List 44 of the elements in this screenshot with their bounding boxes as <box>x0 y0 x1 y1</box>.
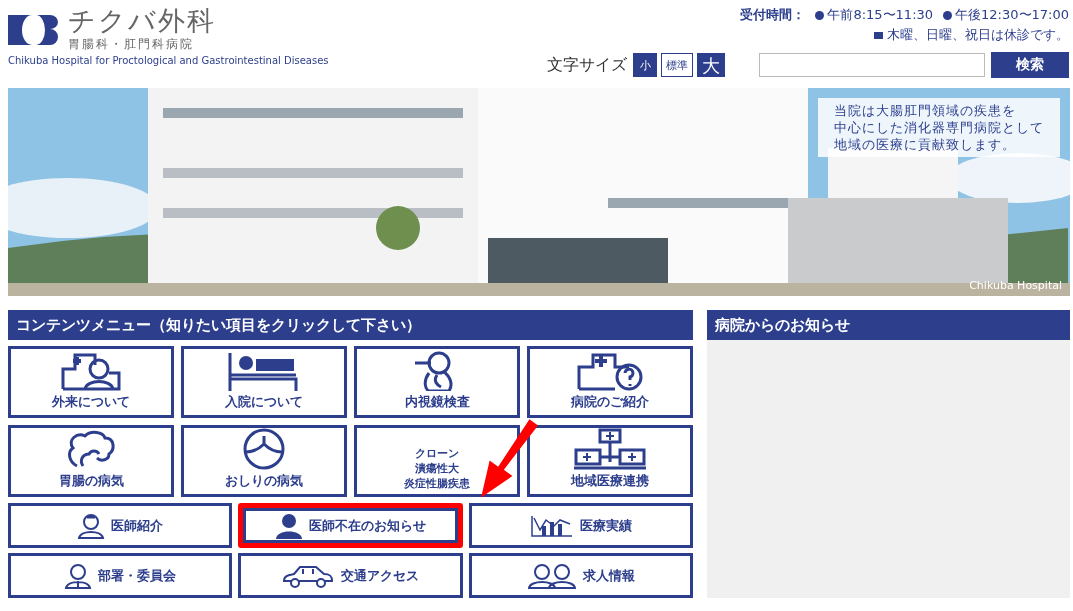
person-tie-icon <box>64 562 93 589</box>
menu-tile[interactable]: 胃腸の病気 <box>8 425 174 497</box>
bullet-icon <box>874 31 883 39</box>
hospital-english-name: Chikuba Hospital for Proctological and Gastrointestinal Diseases <box>8 55 329 66</box>
menu-link[interactable]: 交通アクセス <box>238 553 463 598</box>
logo-title: チクバ外科 <box>68 6 216 36</box>
banner-caption: 当院は大腸肛門領域の疾患を 中心にした消化器専門病院として 地域の医療に貢献致します。 <box>818 98 1060 157</box>
buttocks-circle-icon <box>242 428 286 470</box>
logo-subtitle: 胃腸科・肛門科病院 <box>68 36 195 53</box>
bullet-icon <box>943 10 953 20</box>
notices-header: 病院からのお知らせ <box>707 310 1070 340</box>
menu-header: コンテンツメニュー（知りたい項目をクリックして下さい） <box>8 310 693 340</box>
menu-tile[interactable]: おしりの病気 <box>181 425 347 497</box>
menu-link[interactable]: 医療実績 <box>468 503 693 548</box>
menu-link[interactable]: 医師不在のお知らせ <box>238 503 463 548</box>
person-icon <box>275 512 303 539</box>
menu-link[interactable]: 求人情報 <box>468 553 693 598</box>
font-size-button[interactable]: 大 <box>697 53 725 77</box>
clinic-question-icon <box>575 351 645 391</box>
bullet-icon <box>815 10 825 20</box>
hours-label: 受付時間： <box>740 6 806 24</box>
menu-tile[interactable]: 地域医療連携 <box>527 425 693 497</box>
hours-text: 午後12:30〜17:00 <box>955 6 1069 24</box>
font-size-button[interactable]: 小 <box>633 53 657 77</box>
font-size-label: 文字サイズ <box>547 54 627 76</box>
network-clinics-icon <box>572 428 648 470</box>
search-button[interactable]: 検索 <box>991 52 1069 78</box>
clinic-person-icon <box>59 351 123 391</box>
logo-icon <box>8 14 60 45</box>
closed-days-note: 木曜、日曜、祝日は休診です。 <box>887 26 1069 44</box>
search-field[interactable] <box>759 53 985 77</box>
menu-link[interactable]: 部署・委員会 <box>8 553 233 598</box>
two-people-icon <box>526 562 577 589</box>
menu-tile[interactable]: 入院について <box>181 346 347 418</box>
hours-text: 午前8:15〜11:30 <box>827 6 934 24</box>
menu-link[interactable]: 医師紹介 <box>8 503 233 548</box>
bar-chart-icon <box>529 513 574 538</box>
font-size-button[interactable]: 標準 <box>661 53 693 77</box>
menu-tile[interactable]: 内視鏡検査 <box>354 346 520 418</box>
banner-credit: Chikuba Hospital <box>969 279 1062 292</box>
menu-tile[interactable]: クローン 潰瘍性大 炎症性腸疾患 <box>354 425 520 497</box>
menu-tile[interactable]: 外来について <box>8 346 174 418</box>
doctor-icon <box>77 512 106 539</box>
menu-tile[interactable]: 病院のご紹介 <box>527 346 693 418</box>
